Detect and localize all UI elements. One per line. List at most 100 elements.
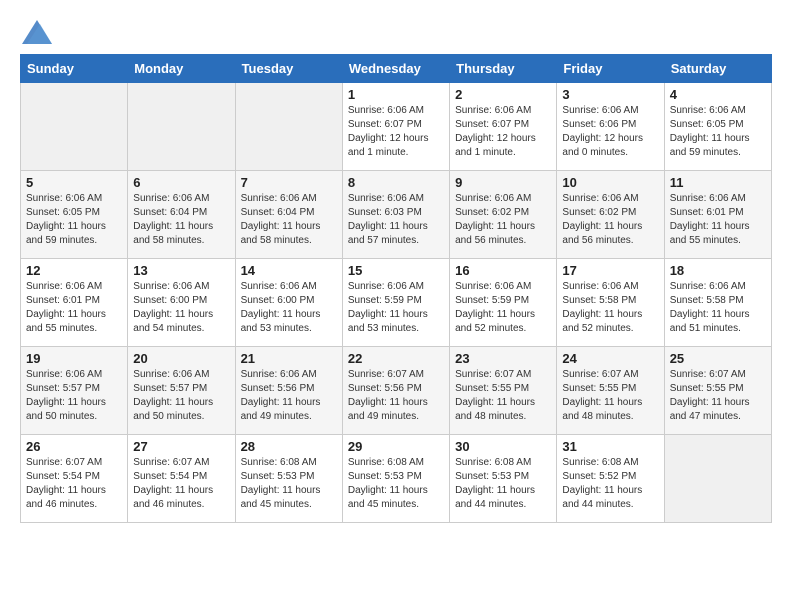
calendar-cell: 26 Sunrise: 6:07 AM Sunset: 5:54 PM Dayli… bbox=[21, 435, 128, 523]
calendar-cell: 2 Sunrise: 6:06 AM Sunset: 6:07 PM Daylig… bbox=[450, 83, 557, 171]
day-number: 25 bbox=[670, 351, 766, 366]
day-detail: Sunrise: 6:07 AM Sunset: 5:54 PM Dayligh… bbox=[133, 456, 229, 512]
day-detail: Sunrise: 6:06 AM Sunset: 5:59 PM Dayligh… bbox=[348, 280, 444, 336]
day-detail: Sunrise: 6:08 AM Sunset: 5:52 PM Dayligh… bbox=[562, 456, 658, 512]
day-number: 28 bbox=[241, 439, 337, 454]
calendar-cell: 3 Sunrise: 6:06 AM Sunset: 6:06 PM Daylig… bbox=[557, 83, 664, 171]
day-number: 9 bbox=[455, 175, 551, 190]
calendar-cell: 1Sunrise: 6:06 AM Sunset: 6:07 PM Daylig… bbox=[342, 83, 449, 171]
calendar-cell: 13Sunrise: 6:06 AM Sunset: 6:00 PM Dayli… bbox=[128, 259, 235, 347]
calendar-cell: 30 Sunrise: 6:08 AM Sunset: 5:53 PM Dayli… bbox=[450, 435, 557, 523]
day-number: 10 bbox=[562, 175, 658, 190]
day-number: 24 bbox=[562, 351, 658, 366]
day-detail: Sunrise: 6:08 AM Sunset: 5:53 PM Dayligh… bbox=[455, 456, 551, 512]
day-number: 29 bbox=[348, 439, 444, 454]
calendar-cell: 28 Sunrise: 6:08 AM Sunset: 5:53 PM Dayli… bbox=[235, 435, 342, 523]
calendar-cell: 7 Sunrise: 6:06 AM Sunset: 6:04 PM Daylig… bbox=[235, 171, 342, 259]
day-detail: Sunrise: 6:06 AM Sunset: 6:01 PM Dayligh… bbox=[670, 192, 766, 248]
calendar-cell: 19 Sunrise: 6:06 AM Sunset: 5:57 PM Dayli… bbox=[21, 347, 128, 435]
day-header-monday: Monday bbox=[128, 55, 235, 83]
day-detail: Sunrise: 6:06 AM Sunset: 6:07 PM Dayligh… bbox=[348, 104, 444, 160]
day-detail: Sunrise: 6:06 AM Sunset: 6:00 PM Dayligh… bbox=[133, 280, 229, 336]
calendar-cell bbox=[664, 435, 771, 523]
day-number: 12 bbox=[26, 263, 122, 278]
day-detail: Sunrise: 6:06 AM Sunset: 6:07 PM Dayligh… bbox=[455, 104, 551, 160]
day-number: 31 bbox=[562, 439, 658, 454]
day-number: 30 bbox=[455, 439, 551, 454]
calendar-cell bbox=[235, 83, 342, 171]
day-number: 11 bbox=[670, 175, 766, 190]
calendar-cell: 8Sunrise: 6:06 AM Sunset: 6:03 PM Daylig… bbox=[342, 171, 449, 259]
day-detail: Sunrise: 6:07 AM Sunset: 5:54 PM Dayligh… bbox=[26, 456, 122, 512]
day-number: 20 bbox=[133, 351, 229, 366]
day-number: 16 bbox=[455, 263, 551, 278]
day-number: 26 bbox=[26, 439, 122, 454]
calendar-cell: 5 Sunrise: 6:06 AM Sunset: 6:05 PM Daylig… bbox=[21, 171, 128, 259]
day-number: 5 bbox=[26, 175, 122, 190]
calendar-cell: 24 Sunrise: 6:07 AM Sunset: 5:55 PM Dayli… bbox=[557, 347, 664, 435]
calendar-cell: 25 Sunrise: 6:07 AM Sunset: 5:55 PM Dayli… bbox=[664, 347, 771, 435]
day-header-thursday: Thursday bbox=[450, 55, 557, 83]
logo-icon bbox=[22, 20, 52, 44]
page-header bbox=[20, 20, 772, 44]
day-detail: Sunrise: 6:06 AM Sunset: 6:04 PM Dayligh… bbox=[133, 192, 229, 248]
day-detail: Sunrise: 6:08 AM Sunset: 5:53 PM Dayligh… bbox=[348, 456, 444, 512]
day-detail: Sunrise: 6:07 AM Sunset: 5:55 PM Dayligh… bbox=[562, 368, 658, 424]
calendar-cell: 23 Sunrise: 6:07 AM Sunset: 5:55 PM Dayli… bbox=[450, 347, 557, 435]
calendar-cell: 4 Sunrise: 6:06 AM Sunset: 6:05 PM Daylig… bbox=[664, 83, 771, 171]
day-detail: Sunrise: 6:06 AM Sunset: 6:05 PM Dayligh… bbox=[26, 192, 122, 248]
calendar-cell: 22 Sunrise: 6:07 AM Sunset: 5:56 PM Dayli… bbox=[342, 347, 449, 435]
day-number: 2 bbox=[455, 87, 551, 102]
day-number: 23 bbox=[455, 351, 551, 366]
calendar-cell: 27 Sunrise: 6:07 AM Sunset: 5:54 PM Dayli… bbox=[128, 435, 235, 523]
day-header-wednesday: Wednesday bbox=[342, 55, 449, 83]
day-number: 7 bbox=[241, 175, 337, 190]
day-detail: Sunrise: 6:08 AM Sunset: 5:53 PM Dayligh… bbox=[241, 456, 337, 512]
day-number: 22 bbox=[348, 351, 444, 366]
day-detail: Sunrise: 6:06 AM Sunset: 6:03 PM Dayligh… bbox=[348, 192, 444, 248]
calendar-table: SundayMondayTuesdayWednesdayThursdayFrid… bbox=[20, 54, 772, 523]
day-detail: Sunrise: 6:06 AM Sunset: 5:56 PM Dayligh… bbox=[241, 368, 337, 424]
day-detail: Sunrise: 6:06 AM Sunset: 5:59 PM Dayligh… bbox=[455, 280, 551, 336]
logo bbox=[20, 20, 52, 44]
calendar-cell bbox=[21, 83, 128, 171]
day-detail: Sunrise: 6:06 AM Sunset: 6:01 PM Dayligh… bbox=[26, 280, 122, 336]
calendar-cell: 20 Sunrise: 6:06 AM Sunset: 5:57 PM Dayli… bbox=[128, 347, 235, 435]
day-number: 3 bbox=[562, 87, 658, 102]
day-detail: Sunrise: 6:06 AM Sunset: 5:57 PM Dayligh… bbox=[26, 368, 122, 424]
day-detail: Sunrise: 6:07 AM Sunset: 5:55 PM Dayligh… bbox=[455, 368, 551, 424]
day-number: 15 bbox=[348, 263, 444, 278]
day-header-saturday: Saturday bbox=[664, 55, 771, 83]
day-header-tuesday: Tuesday bbox=[235, 55, 342, 83]
calendar-cell: 11 Sunrise: 6:06 AM Sunset: 6:01 PM Dayli… bbox=[664, 171, 771, 259]
calendar-cell: 21Sunrise: 6:06 AM Sunset: 5:56 PM Dayli… bbox=[235, 347, 342, 435]
calendar-cell: 6 Sunrise: 6:06 AM Sunset: 6:04 PM Daylig… bbox=[128, 171, 235, 259]
day-detail: Sunrise: 6:06 AM Sunset: 6:04 PM Dayligh… bbox=[241, 192, 337, 248]
calendar-cell: 18Sunrise: 6:06 AM Sunset: 5:58 PM Dayli… bbox=[664, 259, 771, 347]
calendar-cell: 12 Sunrise: 6:06 AM Sunset: 6:01 PM Dayli… bbox=[21, 259, 128, 347]
day-number: 19 bbox=[26, 351, 122, 366]
day-detail: Sunrise: 6:07 AM Sunset: 5:55 PM Dayligh… bbox=[670, 368, 766, 424]
day-number: 18 bbox=[670, 263, 766, 278]
day-detail: Sunrise: 6:06 AM Sunset: 6:05 PM Dayligh… bbox=[670, 104, 766, 160]
day-detail: Sunrise: 6:06 AM Sunset: 6:06 PM Dayligh… bbox=[562, 104, 658, 160]
day-detail: Sunrise: 6:06 AM Sunset: 6:00 PM Dayligh… bbox=[241, 280, 337, 336]
calendar-cell: 9 Sunrise: 6:06 AM Sunset: 6:02 PM Daylig… bbox=[450, 171, 557, 259]
calendar-cell: 14 Sunrise: 6:06 AM Sunset: 6:00 PM Dayli… bbox=[235, 259, 342, 347]
calendar-cell: 17 Sunrise: 6:06 AM Sunset: 5:58 PM Dayli… bbox=[557, 259, 664, 347]
calendar-cell: 31 Sunrise: 6:08 AM Sunset: 5:52 PM Dayli… bbox=[557, 435, 664, 523]
day-number: 27 bbox=[133, 439, 229, 454]
day-detail: Sunrise: 6:07 AM Sunset: 5:56 PM Dayligh… bbox=[348, 368, 444, 424]
day-number: 6 bbox=[133, 175, 229, 190]
day-detail: Sunrise: 6:06 AM Sunset: 5:58 PM Dayligh… bbox=[562, 280, 658, 336]
day-detail: Sunrise: 6:06 AM Sunset: 5:57 PM Dayligh… bbox=[133, 368, 229, 424]
day-number: 17 bbox=[562, 263, 658, 278]
calendar-cell: 15 Sunrise: 6:06 AM Sunset: 5:59 PM Dayli… bbox=[342, 259, 449, 347]
calendar-cell bbox=[128, 83, 235, 171]
day-detail: Sunrise: 6:06 AM Sunset: 6:02 PM Dayligh… bbox=[562, 192, 658, 248]
day-header-sunday: Sunday bbox=[21, 55, 128, 83]
day-number: 14 bbox=[241, 263, 337, 278]
day-number: 4 bbox=[670, 87, 766, 102]
calendar-cell: 29 Sunrise: 6:08 AM Sunset: 5:53 PM Dayli… bbox=[342, 435, 449, 523]
day-detail: Sunrise: 6:06 AM Sunset: 6:02 PM Dayligh… bbox=[455, 192, 551, 248]
